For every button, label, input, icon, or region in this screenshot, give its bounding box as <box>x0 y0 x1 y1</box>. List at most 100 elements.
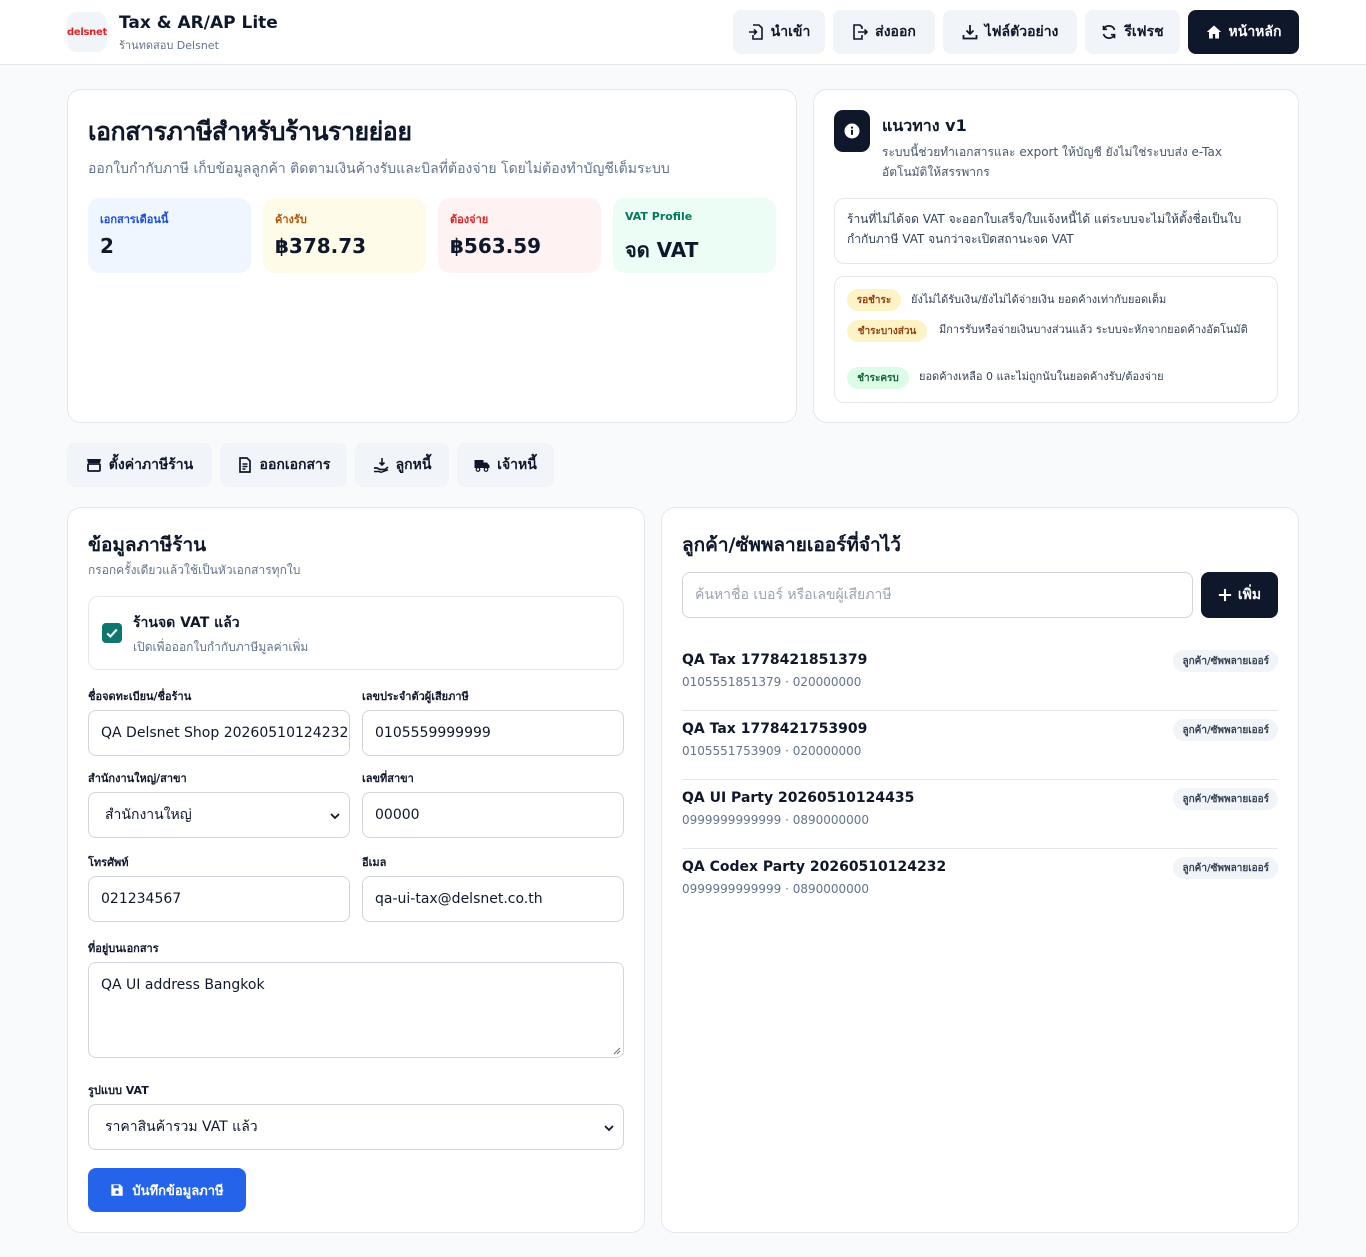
status-desc-paid: ยอดค้างเหลือ 0 และไม่ถูกนับในยอดค้างรับ/… <box>919 370 1164 383</box>
stat-value: 2 <box>100 234 114 258</box>
tab-label: ออกเอกสาร <box>259 457 331 473</box>
status-badge-partial: ชำระบางส่วน <box>847 320 927 342</box>
party-name: QA Tax 1778421753909 <box>682 721 868 737</box>
tab-creditors[interactable]: เจ้าหนี้ <box>457 443 554 487</box>
branch-type-label: สำนักงานใหญ่/สาขา <box>88 772 187 785</box>
refresh-icon <box>1103 25 1116 39</box>
vat-registered-toggle[interactable]: ร้านจด VAT แล้ว เปิดเพื่อออกใบกำกับภาษีม… <box>88 596 624 670</box>
party-name: QA Tax 1778421851379 <box>682 652 868 668</box>
party-list-item[interactable]: QA UI Party 20260510124435 0999999999999… <box>682 780 1278 849</box>
vat-note: ร้านที่ไม่ได้จด VAT จะออกใบเสร็จ/ใบแจ้งห… <box>847 212 1242 246</box>
branch-type-select[interactable]: สำนักงานใหญ่ <box>88 792 350 838</box>
phone-label: โทรศัพท์ <box>88 856 129 869</box>
party-meta: 0999999999999 · 0890000000 <box>682 813 870 827</box>
hero-title: เอกสารภาษีสำหรับร้านรายย่อย <box>88 117 412 146</box>
sample-file-button[interactable]: ไฟล์ตัวอย่าง <box>943 10 1077 54</box>
hero-subtitle: ออกใบกำกับภาษี เก็บข้อมูลลูกค้า ติดตามเง… <box>88 161 670 177</box>
chevron-down-icon <box>604 1125 614 1132</box>
stat-payable: ต้องจ่าย ฿563.59 <box>438 198 601 273</box>
hero-card: เอกสารภาษีสำหรับร้านรายย่อย ออกใบกำกับภา… <box>67 89 797 423</box>
status-legend-box: รอชำระ ยังไม่ได้รับเงิน/ยังไม่ได้จ่ายเงิ… <box>834 276 1278 403</box>
stat-label: เอกสารเดือนนี้ <box>100 213 169 226</box>
vat-mode-select[interactable]: ราคาสินค้ารวม VAT แล้ว <box>88 1104 624 1150</box>
party-meta: 0999999999999 · 0890000000 <box>682 882 870 896</box>
stat-label: ค้างรับ <box>275 213 307 226</box>
stat-label: VAT Profile <box>625 210 693 223</box>
tab-shop-tax-settings[interactable]: ตั้งค่าภาษีร้าน <box>67 443 212 487</box>
tab-issue-document[interactable]: ออกเอกสาร <box>220 443 347 487</box>
tab-label: เจ้าหนี้ <box>497 457 537 473</box>
tab-debtors[interactable]: ลูกหนี้ <box>355 443 449 487</box>
party-list-item[interactable]: QA Codex Party 20260510124232 0999999999… <box>682 849 1278 918</box>
stat-documents-this-month: เอกสารเดือนนี้ 2 <box>88 198 251 273</box>
logo-text: delsnet <box>67 26 107 38</box>
home-button-label: หน้าหลัก <box>1228 24 1282 40</box>
tab-label: ลูกหนี้ <box>395 457 432 473</box>
status-desc-partial: มีการรับหรือจ่ายเงินบางส่วนแล้ว ระบบจะหั… <box>939 323 1248 336</box>
status-desc-pending: ยังไม่ได้รับเงิน/ยังไม่ได้จ่ายเงิน ยอดค้… <box>911 293 1167 306</box>
store-icon <box>86 459 101 472</box>
stat-value: ฿378.73 <box>275 234 367 258</box>
branch-number-label: เลขที่สาขา <box>362 772 414 785</box>
section-title: ข้อมูลภาษีร้าน <box>88 534 207 556</box>
top-bar: delsnet Tax & AR/AP Lite ร้านทดสอบ Delsn… <box>0 0 1366 65</box>
resize-handle-icon[interactable] <box>613 1047 621 1055</box>
home-icon <box>1206 25 1221 39</box>
vat-registered-checkbox[interactable] <box>102 623 122 643</box>
status-badge-paid: ชำระครบ <box>847 367 909 389</box>
party-list-item[interactable]: QA Tax 1778421753909 0105551753909 · 020… <box>682 711 1278 780</box>
party-type-badge: ลูกค้า/ซัพพลายเออร์ <box>1173 650 1278 672</box>
address-textarea[interactable]: QA UI address Bangkok <box>88 962 624 1058</box>
truck-icon <box>474 460 490 472</box>
email-label: อีเมล <box>362 856 387 869</box>
vat-note-box: ร้านที่ไม่ได้จด VAT จะออกใบเสร็จ/ใบแจ้งห… <box>834 198 1278 264</box>
party-type-badge: ลูกค้า/ซัพพลายเออร์ <box>1173 719 1278 741</box>
guide-subtitle: ระบบนี้ช่วยทำเอกสารและ export ให้บัญชี ย… <box>882 145 1222 179</box>
phone-input[interactable]: 021234567 <box>88 876 350 922</box>
tax-id-input[interactable]: 0105559999999 <box>362 710 624 756</box>
shop-tax-form: ข้อมูลภาษีร้าน กรอกครั้งเดียวแล้วใช้เป็น… <box>67 507 645 1233</box>
tax-id-label: เลขประจำตัวผู้เสียภาษี <box>362 690 469 703</box>
export-button[interactable]: ส่งออก <box>833 10 935 54</box>
status-badge-pending: รอชำระ <box>847 289 901 311</box>
brand-logo: delsnet <box>67 12 107 52</box>
stat-label: ต้องจ่าย <box>450 213 489 226</box>
shop-name: ร้านทดสอบ Delsnet <box>119 39 219 52</box>
download-icon <box>962 25 977 40</box>
party-search-input[interactable]: ค้นหาชื่อ เบอร์ หรือเลขผู้เสียภาษี <box>682 572 1193 618</box>
refresh-button-label: รีเฟรช <box>1124 24 1164 40</box>
check-icon <box>106 628 118 638</box>
stat-value: ฿563.59 <box>450 234 542 258</box>
shop-name-input[interactable]: QA Delsnet Shop 20260510124232 <box>88 710 350 756</box>
section-title: ลูกค้า/ซัพพลายเออร์ที่จำไว้ <box>682 534 901 556</box>
tab-label: ตั้งค่าภาษีร้าน <box>108 457 194 473</box>
add-party-button[interactable]: เพิ่ม <box>1201 572 1278 618</box>
stat-receivable: ค้างรับ ฿378.73 <box>263 198 426 273</box>
party-type-badge: ลูกค้า/ซัพพลายเออร์ <box>1173 857 1278 879</box>
import-button[interactable]: นำเข้า <box>733 10 825 54</box>
plus-icon <box>1218 588 1231 602</box>
import-button-label: นำเข้า <box>770 24 811 40</box>
file-import-icon <box>748 24 763 40</box>
party-list-item[interactable]: QA Tax 1778421851379 0105551851379 · 020… <box>682 642 1278 711</box>
home-button[interactable]: หน้าหลัก <box>1188 10 1299 54</box>
save-tax-info-button[interactable]: บันทึกข้อมูลภาษี <box>88 1168 246 1212</box>
refresh-button[interactable]: รีเฟรช <box>1085 10 1180 54</box>
file-export-icon <box>853 24 869 40</box>
branch-number-input[interactable]: 00000 <box>362 792 624 838</box>
address-value: QA UI address Bangkok <box>101 977 265 993</box>
sample-file-button-label: ไฟล์ตัวอย่าง <box>984 24 1059 40</box>
party-meta: 0105551753909 · 020000000 <box>682 744 862 758</box>
email-input[interactable]: qa-ui-tax@delsnet.co.th <box>362 876 624 922</box>
vat-registered-hint: เปิดเพื่อออกใบกำกับภาษีมูลค่าเพิ่ม <box>133 640 309 654</box>
chevron-down-icon <box>330 813 340 820</box>
saved-parties-card: ลูกค้า/ซัพพลายเออร์ที่จำไว้ ค้นหาชื่อ เบ… <box>661 507 1299 1233</box>
vat-registered-label: ร้านจด VAT แล้ว <box>133 615 240 631</box>
party-name: QA Codex Party 20260510124232 <box>682 859 947 875</box>
app-title: Tax & AR/AP Lite <box>119 13 278 33</box>
party-meta: 0105551851379 · 020000000 <box>682 675 862 689</box>
guide-title: แนวทาง v1 <box>882 116 967 135</box>
hand-holding-dollar-icon <box>373 458 389 473</box>
party-name: QA UI Party 20260510124435 <box>682 790 915 806</box>
shop-name-label: ชื่อจดทะเบียน/ชื่อร้าน <box>88 690 192 703</box>
